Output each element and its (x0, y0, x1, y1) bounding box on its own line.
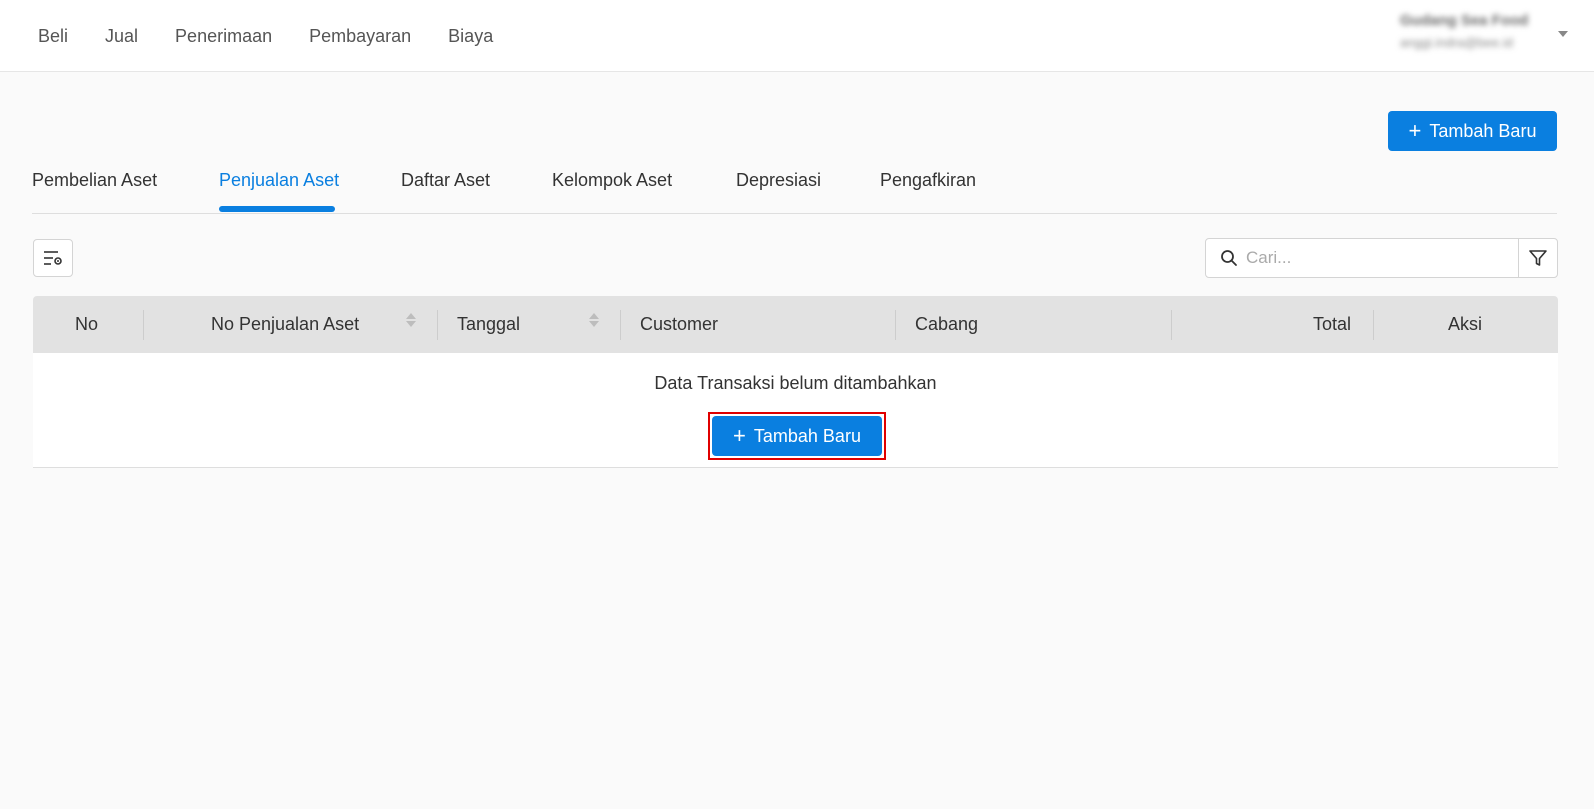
column-divider (1373, 310, 1374, 340)
nav-item-pembayaran[interactable]: Pembayaran (309, 26, 411, 47)
asset-tabs: Pembelian Aset Penjualan Aset Daftar Ase… (32, 160, 1557, 214)
active-tab-indicator (219, 206, 335, 212)
sort-icon[interactable] (589, 313, 599, 327)
tab-kelompok-aset[interactable]: Kelompok Aset (552, 170, 672, 191)
highlight-box: + Tambah Baru (708, 412, 886, 460)
tab-pembelian-aset[interactable]: Pembelian Aset (32, 170, 157, 191)
account-name: Gudang Sea Food (1400, 12, 1529, 29)
empty-state-add-button[interactable]: + Tambah Baru (712, 416, 882, 456)
empty-state-message: Data Transaksi belum ditambahkan (654, 373, 937, 393)
add-new-label: Tambah Baru (1429, 120, 1537, 141)
sort-icon[interactable] (406, 313, 416, 327)
column-divider (1171, 310, 1172, 340)
search-box (1205, 238, 1519, 278)
column-header-customer: Customer (640, 314, 719, 334)
column-divider (895, 310, 896, 340)
chevron-down-icon[interactable] (1558, 31, 1568, 37)
plus-icon: + (733, 423, 746, 448)
column-divider (143, 310, 144, 340)
column-header-tanggal[interactable]: Tanggal (457, 296, 520, 353)
table-body: Data Transaksi belum ditambahkan + Tamba… (33, 353, 1558, 468)
tab-depresiasi[interactable]: Depresiasi (736, 170, 821, 191)
column-settings-icon (44, 251, 62, 265)
nav-item-beli[interactable]: Beli (38, 26, 68, 47)
add-new-button[interactable]: + Tambah Baru (1388, 111, 1557, 151)
filter-button[interactable] (1518, 238, 1558, 278)
column-header-cabang: Cabang (915, 314, 979, 334)
search-input[interactable] (1246, 248, 1496, 268)
account-email: anggi.indra@bee.id (1400, 35, 1513, 50)
account-menu[interactable]: Gudang Sea Food anggi.indra@bee.id (1400, 12, 1560, 56)
search-icon (1220, 249, 1238, 267)
empty-state-add-label: Tambah Baru (753, 425, 861, 446)
column-divider (620, 310, 621, 340)
filter-icon (1529, 250, 1547, 266)
nav-item-jual[interactable]: Jual (105, 26, 138, 47)
nav-item-penerimaan[interactable]: Penerimaan (175, 26, 272, 47)
tab-penjualan-aset[interactable]: Penjualan Aset (219, 170, 339, 191)
column-settings-button[interactable] (33, 239, 73, 277)
tab-pengafkiran[interactable]: Pengafkiran (880, 170, 976, 191)
column-header-no-penjualan-aset[interactable]: No Penjualan Aset (211, 296, 359, 353)
table-header: No No Penjualan Aset Tanggal Customer Ca… (33, 296, 1558, 353)
top-bar: Beli Jual Penerimaan Pembayaran Biaya Gu… (0, 0, 1594, 72)
column-header-total: Total (1313, 314, 1352, 334)
column-divider (437, 310, 438, 340)
column-header-no: No (75, 314, 99, 334)
tab-daftar-aset[interactable]: Daftar Aset (401, 170, 490, 191)
plus-icon: + (1408, 118, 1422, 143)
asset-sales-table: No No Penjualan Aset Tanggal Customer Ca… (33, 296, 1558, 468)
top-nav: Beli Jual Penerimaan Pembayaran Biaya (38, 0, 530, 72)
column-header-aksi: Aksi (1448, 314, 1483, 334)
nav-item-biaya[interactable]: Biaya (448, 26, 493, 47)
